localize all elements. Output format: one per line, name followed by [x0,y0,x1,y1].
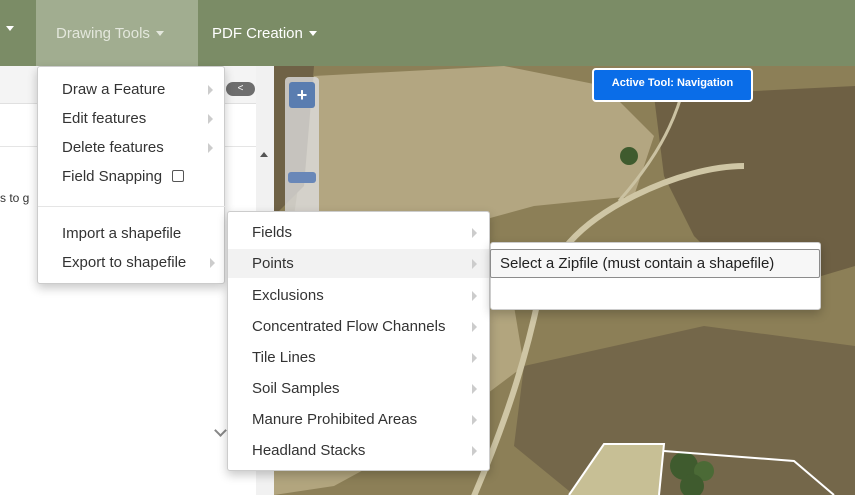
submenu-item-label: Headland Stacks [252,442,366,459]
chevron-right-icon [472,228,477,238]
menu-item-label: Edit features [62,110,147,127]
submenu-item-label: Fields [252,224,293,241]
chevron-right-icon [472,353,477,363]
drawing-tools-menu: Draw a Feature Edit features Delete feat… [37,66,226,284]
chevron-right-icon [208,114,213,124]
caret-down-icon [155,30,164,36]
menu-divider [38,206,226,207]
submenu-item-points[interactable]: Points [228,249,489,278]
chevron-right-icon [208,85,213,95]
submenu-item-label: Exclusions [252,287,324,304]
submenu-item-fields[interactable]: Fields [228,218,489,247]
chevron-right-icon [472,384,477,394]
submenu-item-headland-stacks[interactable]: Headland Stacks [228,436,489,465]
submenu-item-label: Tile Lines [252,349,316,366]
submenu-item-label: Manure Prohibited Areas [252,411,418,428]
caret-down-icon [308,30,317,36]
top-navbar: Drawing Tools PDF Creation [0,0,855,66]
menu-item-label: Field Snapping [62,168,163,185]
chevron-right-icon [472,446,477,456]
zoom-in-button[interactable]: + [289,82,315,108]
collapse-panel-button[interactable]: < [226,82,255,96]
submenu-item-label: Soil Samples [252,380,340,397]
menu-item-label: Export to shapefile [62,254,187,271]
nav-drawing-tools-label: Drawing Tools [56,24,150,42]
chevron-right-icon [472,291,477,301]
menu-item-import-shapefile[interactable]: Import a shapefile [38,219,224,248]
nav-pdf-creation[interactable]: PDF Creation [192,0,337,66]
active-tool-badge: Active Tool: Navigation [592,68,753,102]
submenu-item-tile-lines[interactable]: Tile Lines [228,343,489,372]
zoom-slider-handle[interactable] [288,172,316,183]
chevron-right-icon [472,259,477,269]
chevron-right-icon [472,322,477,332]
field-snapping-checkbox[interactable] [172,169,185,182]
chevron-down-icon[interactable] [6,26,14,31]
nav-drawing-tools[interactable]: Drawing Tools [36,0,198,66]
menu-item-field-snapping[interactable]: Field Snapping [38,162,224,191]
chevron-right-icon [472,415,477,425]
menu-item-export-shapefile[interactable]: Export to shapefile [38,248,224,277]
submenu-item-soil-samples[interactable]: Soil Samples [228,374,489,403]
submenu-item-manure-prohibited-areas[interactable]: Manure Prohibited Areas [228,405,489,434]
menu-item-label: Draw a Feature [62,81,166,98]
menu-item-edit-features[interactable]: Edit features [38,104,224,133]
chevron-right-icon [210,258,215,268]
chevron-right-icon [208,143,213,153]
scroll-up-arrow-icon[interactable] [260,152,268,157]
select-zipfile-button[interactable]: Select a Zipfile (must contain a shapefi… [490,249,820,278]
import-shapefile-submenu: Fields Points Exclusions Concentrated Fl… [227,211,490,471]
menu-item-label: Import a shapefile [62,225,182,242]
submenu-item-label: Concentrated Flow Channels [252,318,446,335]
submenu-item-label: Points [252,255,294,272]
menu-item-draw-feature[interactable]: Draw a Feature [38,75,224,104]
submenu-item-exclusions[interactable]: Exclusions [228,281,489,310]
menu-item-label: Delete features [62,139,164,156]
submenu-item-concentrated-flow-channels[interactable]: Concentrated Flow Channels [228,312,489,341]
nav-pdf-creation-label: PDF Creation [212,24,303,42]
menu-item-delete-features[interactable]: Delete features [38,133,224,162]
panel-text-snippet: s to g [0,191,30,205]
